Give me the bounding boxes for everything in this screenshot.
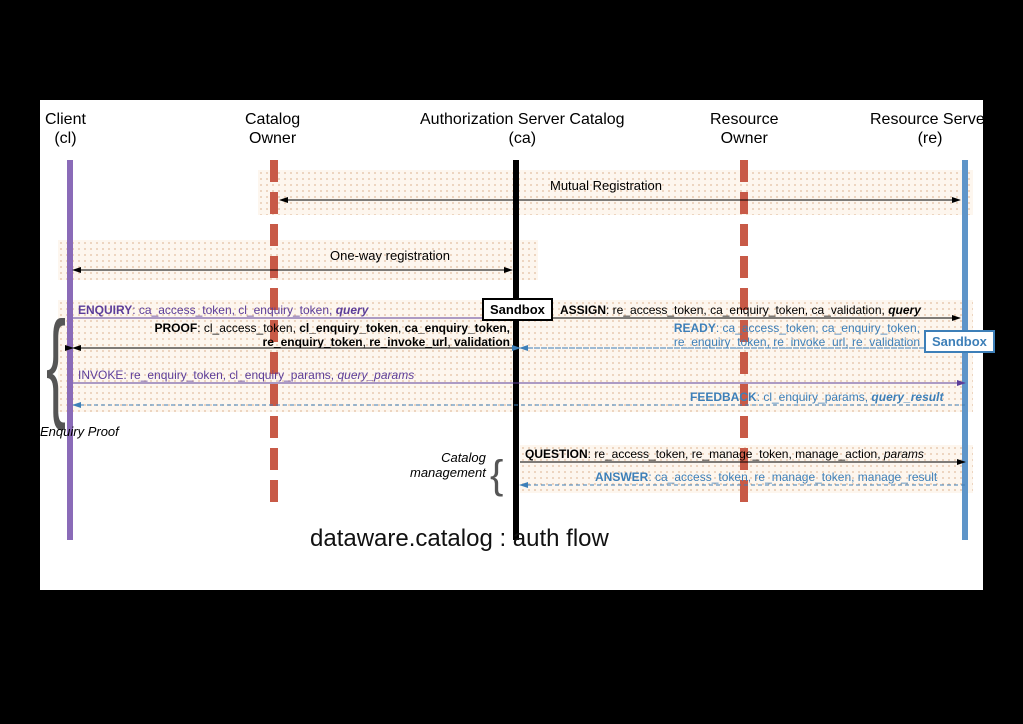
label-oneway-registration: One-way registration [330,248,450,263]
msg-ready: READY: ca_access_token, ca_enquiry_token… [660,322,920,350]
msg-enquiry: ENQUIRY: ca_access_token, cl_enquiry_tok… [78,303,368,317]
brace-enquiry: { [46,305,66,425]
sandbox-re: Sandbox [924,330,995,353]
label-catalog-mgmt: Catalog management [410,450,486,480]
msg-invoke: INVOKE: re_enquiry_token, cl_enquiry_par… [78,368,414,382]
msg-question: QUESTION: re_access_token, re_manage_tok… [525,447,924,461]
diagram-canvas: Client (cl) Catalog Owner Authorization … [40,100,983,590]
msg-feedback: FEEDBACK: cl_enquiry_params, query_resul… [690,390,943,404]
diagram-title: dataware.catalog : auth flow [310,525,609,553]
msg-answer: ANSWER: ca_access_token, re_manage_token… [595,470,937,484]
label-mutual-registration: Mutual Registration [550,178,662,193]
sandbox-ca: Sandbox [482,298,553,321]
msg-assign: ASSIGN: re_access_token, ca_enquiry_toke… [560,303,921,317]
label-enquiry-proof: Enquiry Proof [40,424,119,439]
msg-proof: PROOF: cl_access_token, cl_enquiry_token… [135,322,510,350]
brace-catalog: { [490,445,503,505]
